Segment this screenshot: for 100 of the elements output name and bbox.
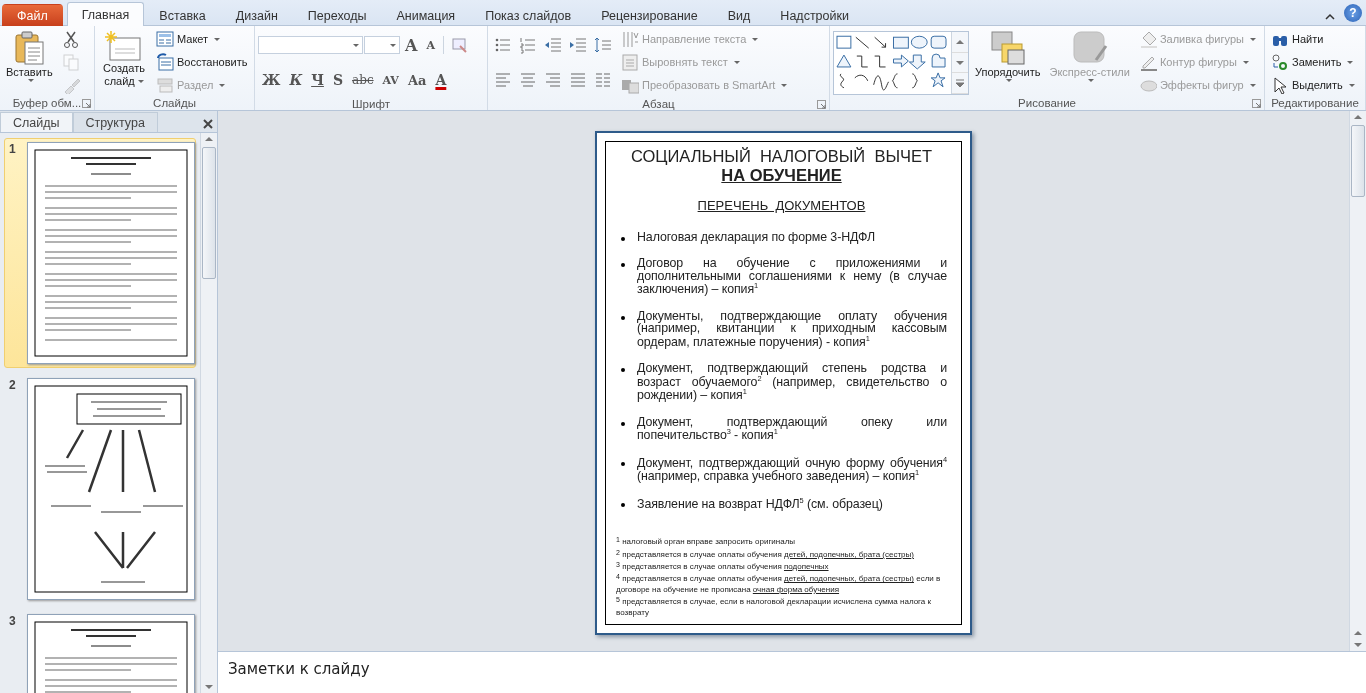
caret-icon <box>752 37 759 41</box>
dialog-launcher-button[interactable] <box>82 99 91 108</box>
list-item: Заявление на возврат НДФЛ$^{5}$ (см. образец) <box>637 496 884 511</box>
panel-tab[interactable]: Слайды <box>0 112 73 132</box>
case-button[interactable]: Aa <box>403 69 431 91</box>
dialog-launcher-button[interactable] <box>817 100 826 109</box>
group-label: Слайды <box>153 97 196 109</box>
arrange-button[interactable]: Упорядочить <box>972 28 1044 84</box>
font-name-field[interactable] <box>258 36 363 54</box>
slide-thumbnail-row[interactable]: 1 <box>4 138 196 368</box>
caret-icon <box>219 83 226 87</box>
chevron-up-icon <box>1325 12 1335 20</box>
ribbon-tab[interactable]: Анимация <box>381 4 471 26</box>
bullet-icon <box>621 315 625 320</box>
list-item: Документ, подтверждающий очную форму обучения$^{4}$ (например, справка учебного заведения) – копия$^{1}$ <box>637 455 947 483</box>
slide-title-emphasis: НА ОБУЧЕНИЕ <box>721 166 842 185</box>
align-right-icon <box>544 71 562 89</box>
list-item: Договор на обучение с приложениями и дополнительными соглашениями к нему (в случае заключения) – копия$^{1}$ <box>637 257 947 296</box>
caret-icon <box>1088 78 1095 82</box>
close-icon <box>203 119 213 129</box>
scroll-up-button[interactable] <box>952 32 968 53</box>
launcher-icon <box>82 99 91 108</box>
caret-icon <box>27 78 34 82</box>
new-slide-icon <box>105 30 143 62</box>
bullets-icon <box>494 36 512 54</box>
scroll-thumb[interactable] <box>202 147 216 279</box>
group-label: Абзац <box>642 97 675 110</box>
group-label: Рисование <box>1018 97 1076 109</box>
bullet-icon <box>621 461 625 466</box>
slide-subtitle: ПЕРЕЧЕНЬ ДОКУМЕНТОВ <box>697 198 866 213</box>
caret-icon <box>781 83 788 87</box>
caret-icon <box>214 37 221 41</box>
caret-icon <box>1249 83 1256 87</box>
bullet-icon <box>621 237 625 241</box>
panel-tab[interactable]: Структура <box>72 112 158 132</box>
ribbon-tab[interactable]: Показ слайдов <box>470 4 587 26</box>
caret-icon <box>733 60 740 64</box>
bullet-icon <box>621 421 625 426</box>
caret-icon <box>1242 60 1249 64</box>
align-center-icon <box>519 71 537 89</box>
scroll-thumb[interactable] <box>1351 125 1365 197</box>
ribbon-tab[interactable]: Вид <box>712 4 766 26</box>
scrollbar[interactable] <box>1349 111 1366 651</box>
ribbon-tab[interactable]: Надстройки <box>765 4 864 26</box>
grow-font-button[interactable]: A <box>401 34 422 56</box>
group-label: Редактирование <box>1271 97 1359 109</box>
list-item: Документы, подтверждающие оплату обучения (например, квитанции к приходным кассовым ордерам, платежные поручения) - копия$^{1}$ <box>637 309 947 349</box>
align-left-icon <box>494 71 512 89</box>
underline-button[interactable]: Ч <box>307 69 328 91</box>
launcher-icon <box>1252 99 1261 108</box>
caret-icon <box>1006 78 1013 82</box>
shadow-button[interactable]: S <box>328 69 348 91</box>
shrink-font-button[interactable]: A <box>422 34 439 56</box>
ribbon-tab[interactable]: Переходы <box>292 4 382 26</box>
caret-icon <box>1347 60 1354 64</box>
layout-icon <box>156 30 174 48</box>
reset-button[interactable]: Восстановить <box>153 51 251 73</box>
list-item: Документ, подтверждающий степень родства и возраст обучаемого$^{2}$ (например, свидетельство о рождении) – копия$^{1}$ <box>637 362 947 402</box>
dialog-launcher-button[interactable] <box>1252 99 1261 108</box>
indent-decrease-icon <box>544 36 562 54</box>
cursor-button[interactable]: Выделить <box>1268 74 1358 96</box>
columns-icon <box>594 71 612 89</box>
footnote: $^{2}$ представляется в случае оплаты обучения детей, подопечных, брата (сестры) <box>616 547 915 561</box>
caret-icon <box>390 43 396 47</box>
bullet-icon <box>621 263 625 268</box>
paint-bucket-icon <box>1138 30 1157 48</box>
more-icon <box>954 77 966 90</box>
cursor-icon <box>1271 76 1289 94</box>
ribbon-tab[interactable]: Вставка <box>144 4 221 26</box>
ribbon-tab[interactable]: Главная <box>66 2 145 26</box>
font-color-button[interactable]: A <box>431 69 451 91</box>
ribbon-tab[interactable]: Дизайн <box>220 4 293 26</box>
slide-number: 3 <box>9 614 17 630</box>
spacing-button[interactable]: AV <box>378 69 403 91</box>
bullet-icon <box>621 502 625 507</box>
paste-button[interactable]: Вставить <box>3 28 56 84</box>
new-slide-button[interactable]: Создать слайд <box>98 28 150 90</box>
copy-icon <box>61 53 80 71</box>
caret-icon <box>1348 83 1355 87</box>
font-size-field[interactable] <box>364 36 400 54</box>
layout-button[interactable]: Макет <box>153 28 251 50</box>
clear-format-icon <box>450 36 469 54</box>
bold-button[interactable]: Ж <box>258 69 285 91</box>
ribbon-tab[interactable]: Рецензирование <box>586 4 713 26</box>
strikethrough-button[interactable]: abc <box>348 69 378 91</box>
scroll-down-button[interactable] <box>952 52 968 74</box>
italic-button[interactable]: К <box>285 69 307 91</box>
more-button[interactable] <box>952 73 968 94</box>
quick-styles-icon <box>1071 30 1108 66</box>
shape-gallery[interactable] <box>833 31 969 95</box>
footnote: $^{3}$ представляется в случае оплаты обучения подопечных <box>616 560 830 573</box>
caret-icon <box>1249 37 1256 41</box>
justify-icon <box>569 71 587 89</box>
binoculars-button[interactable]: Найти <box>1268 28 1358 50</box>
scrollbar[interactable] <box>200 133 217 693</box>
replace-button[interactable]: Заменить <box>1268 51 1358 73</box>
list-item: Документ, подтверждающий опеку или попечительство$^{3}$ - копия$^{1}$ <box>637 415 947 442</box>
file-menu-tab[interactable]: Файл <box>2 4 63 26</box>
bullet-icon <box>621 368 625 373</box>
numbering-icon <box>519 36 537 54</box>
